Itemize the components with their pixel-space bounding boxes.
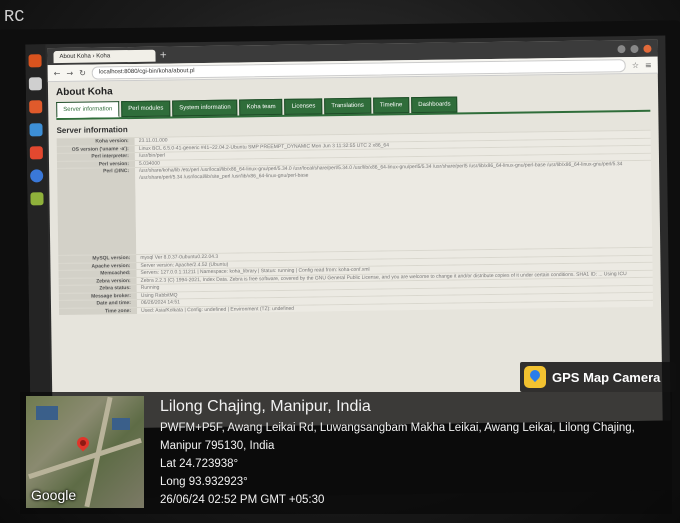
gps-map-camera-logo-icon <box>524 366 546 388</box>
map-pin-icon <box>74 434 92 452</box>
maximize-icon[interactable] <box>630 44 639 53</box>
tab-dashboards[interactable]: Dashboards <box>411 96 458 114</box>
location-title: Lilong Chajing, Manipur, India <box>160 398 371 415</box>
tab-licenses[interactable]: Licenses <box>284 98 323 115</box>
tab-koha-team[interactable]: Koha team <box>239 98 283 116</box>
browser-tab[interactable]: About Koha › Koha <box>53 49 156 63</box>
ubuntu-dock <box>25 44 51 430</box>
close-icon[interactable] <box>643 44 652 53</box>
trash-icon[interactable] <box>30 192 44 206</box>
info-key: Zebra version: <box>58 277 137 286</box>
tab-system-information[interactable]: System information <box>172 99 238 117</box>
map-building <box>112 418 130 430</box>
firefox-icon[interactable] <box>28 54 42 68</box>
info-key: Koha version: <box>56 137 135 146</box>
latitude: Lat 24.723938° <box>160 458 239 470</box>
info-key: OS version ('uname -a'): <box>56 145 135 154</box>
reload-icon[interactable]: ↻ <box>79 68 86 77</box>
info-key: Message broker: <box>58 292 137 301</box>
info-row: Perl @INC:/usr/share/koha/lib /etc/perl … <box>57 159 653 256</box>
info-key: Time zone: <box>59 307 138 316</box>
tab-server-information[interactable]: Server information <box>56 101 120 119</box>
info-key: MySQL version: <box>58 254 137 263</box>
new-tab-icon[interactable]: + <box>159 50 167 60</box>
help-icon[interactable] <box>30 169 44 183</box>
writer-icon[interactable] <box>29 123 43 137</box>
back-icon[interactable]: ← <box>54 68 61 77</box>
gps-info: Lilong Chajing, Manipur, India PWFM+P5F,… <box>160 398 665 509</box>
gps-brand: GPS Map Camera <box>552 369 661 385</box>
menu-icon[interactable]: ≡ <box>645 60 652 69</box>
forward-icon[interactable]: → <box>66 68 73 77</box>
info-key: Zebra status: <box>58 284 137 293</box>
photo-background: RC About Koha › Koha + ← → ↻ localhost:8… <box>0 0 680 523</box>
koha-page: About Koha Server information Perl modul… <box>48 74 661 318</box>
info-key: Perl version: <box>56 160 136 169</box>
about-tabs: Server information Perl modules System i… <box>56 93 651 121</box>
address: PWFM+P5F, Awang Leikai Rd, Luwangsangbam… <box>160 422 635 452</box>
thunderbird-icon[interactable] <box>28 77 42 91</box>
corner-text: RC <box>4 8 25 27</box>
gps-camera-badge: GPS Map Camera <box>520 362 676 392</box>
tab-perl-modules[interactable]: Perl modules <box>121 100 171 118</box>
longitude: Long 93.932923° <box>160 476 248 488</box>
info-value: /usr/share/koha/lib /etc/perl /usr/local… <box>135 160 653 254</box>
google-attribution: Google <box>31 487 77 503</box>
tab-translations[interactable]: Translations <box>324 97 371 115</box>
rhythmbox-icon[interactable] <box>29 100 43 114</box>
map-thumbnail: Google <box>26 396 144 508</box>
info-key: Apache version: <box>58 262 137 271</box>
info-key: Perl @INC: <box>57 167 137 256</box>
datetime: 26/06/24 02:52 PM GMT +05:30 <box>160 494 325 506</box>
info-key: Memcached: <box>58 269 137 278</box>
tab-timeline[interactable]: Timeline <box>372 97 410 114</box>
info-key: Date and time: <box>58 299 138 308</box>
minimize-icon[interactable] <box>617 44 626 53</box>
info-key: Perl interpreter: <box>56 152 135 161</box>
window-controls <box>617 44 652 53</box>
bookmark-star-icon[interactable]: ☆ <box>632 60 639 69</box>
map-building <box>36 406 58 420</box>
app-center-icon[interactable] <box>29 146 43 160</box>
